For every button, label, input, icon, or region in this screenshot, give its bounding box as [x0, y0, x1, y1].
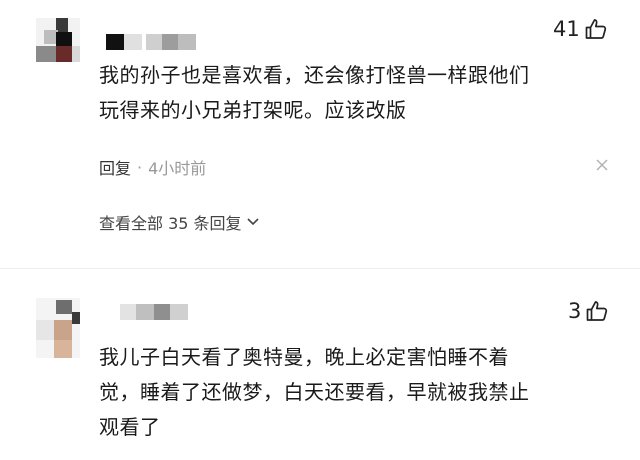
like-button[interactable]: 41	[553, 17, 608, 41]
like-count: 3	[568, 299, 582, 323]
like-button[interactable]: 3	[568, 299, 609, 323]
comment-line: 观看了	[99, 415, 161, 439]
chevron-down-icon	[246, 218, 259, 226]
more-options-icon[interactable]	[595, 158, 609, 172]
comment-line: 我儿子白天看了奥特曼，晚上必定害怕睡不着	[99, 345, 509, 369]
comment-line: 我的孙子也是喜欢看，还会像打怪兽一样跟他们	[99, 63, 530, 87]
comment-meta: 回复 · 4小时前	[99, 155, 206, 179]
avatar[interactable]	[36, 18, 80, 62]
username-redacted[interactable]	[106, 304, 188, 320]
comment-line: 觉，睡着了还做梦，白天还要看，早就被我禁止	[99, 380, 530, 404]
avatar[interactable]	[36, 298, 80, 358]
username-redacted[interactable]	[106, 34, 196, 50]
thumbs-up-icon	[587, 301, 608, 321]
thumbs-up-icon	[585, 19, 606, 39]
reply-button[interactable]: 回复	[99, 155, 131, 179]
comment-divider	[0, 268, 640, 269]
view-all-replies-button[interactable]: 查看全部 35 条回复	[99, 210, 260, 234]
timestamp: 4小时前	[148, 159, 207, 178]
meta-separator: ·	[137, 157, 143, 177]
comment-line: 玩得来的小兄弟打架呢。应该改版	[99, 98, 407, 122]
view-replies-label: 查看全部 35 条回复	[99, 214, 242, 233]
comment-1: 41 我的孙子也是喜欢看，还会像打怪兽一样跟他们 玩得来的小兄弟打架呢。应该改版…	[0, 0, 640, 240]
comment-2: 3 我儿子白天看了奥特曼，晚上必定害怕睡不着 觉，睡着了还做梦，白天还要看，早就…	[0, 270, 640, 460]
comment-text: 我的孙子也是喜欢看，还会像打怪兽一样跟他们 玩得来的小兄弟打架呢。应该改版	[99, 58, 599, 128]
comment-text: 我儿子白天看了奥特曼，晚上必定害怕睡不着 觉，睡着了还做梦，白天还要看，早就被我…	[99, 340, 599, 445]
like-count: 41	[553, 17, 580, 41]
